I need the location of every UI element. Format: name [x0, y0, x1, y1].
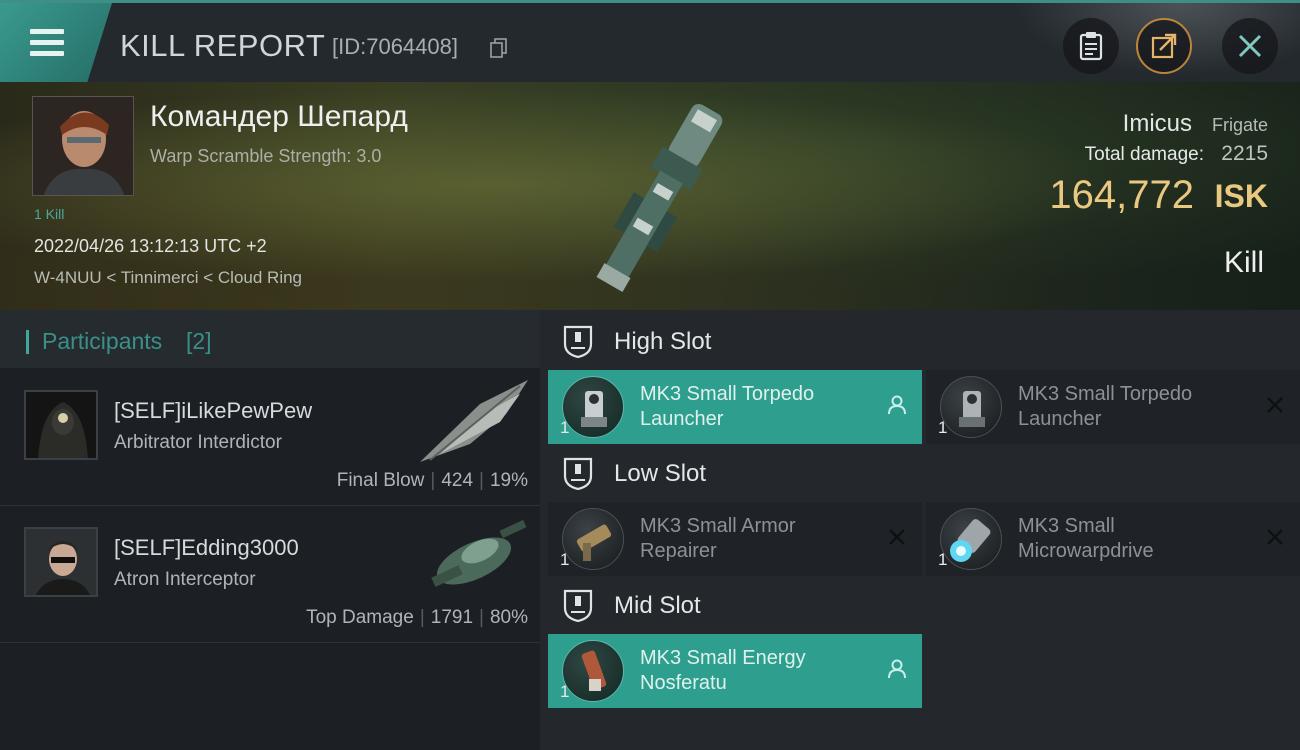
total-damage-value: 2215	[1221, 142, 1268, 165]
participants-title: Participants	[42, 328, 163, 354]
fitting-panel: High Slot 1 MK3 Small Torpedo Launcher 1…	[540, 310, 1300, 750]
mid-slot-label: Mid Slot	[614, 592, 701, 619]
participants-empty-area	[0, 644, 540, 750]
kill-result: Kill	[1223, 246, 1264, 279]
module-quantity: 1	[560, 682, 570, 701]
torpedo-launcher-icon	[562, 376, 624, 438]
low-slot-label: Low Slot	[614, 460, 707, 487]
clipboard-icon	[1079, 32, 1103, 61]
module-quantity: 1	[560, 550, 570, 569]
ship-name: Imicus	[1122, 110, 1192, 137]
participant-portrait[interactable]	[24, 390, 98, 460]
share-icon	[1151, 33, 1177, 59]
menu-icon	[30, 29, 64, 57]
torpedo-launcher-icon	[940, 376, 1002, 438]
top-bar: KILL REPORT [ID:7064408]	[0, 0, 1300, 82]
destroyed-x-icon	[1267, 529, 1283, 545]
participant-row[interactable]: [SELF]Edding3000 Atron Interceptor Top D…	[0, 507, 540, 643]
participant-damage: 424	[441, 470, 474, 491]
module-card[interactable]: 1 MK3 Small Torpedo Launcher	[926, 370, 1300, 444]
total-damage-label: Total damage:	[1084, 144, 1204, 165]
mid-slot-header: Mid Slot	[548, 582, 1288, 630]
participant-ship-image	[420, 380, 528, 462]
menu-button[interactable]	[0, 3, 112, 82]
kill-banner: Командер Шепард Warp Scramble Strength: …	[0, 82, 1300, 310]
fitted-person-icon	[888, 659, 906, 679]
participants-header: Participants [2]	[0, 310, 540, 368]
participant-percent: 80%	[489, 607, 528, 628]
destroyed-x-icon	[889, 529, 905, 545]
high-slot-header: High Slot	[548, 318, 1288, 366]
destroyed-x-icon	[1267, 397, 1283, 413]
victim-name: Командер Шепард	[150, 100, 408, 133]
participant-ship: Arbitrator Interdictor	[114, 432, 282, 453]
module-quantity: 1	[560, 418, 570, 437]
slot-shield-icon	[563, 457, 593, 490]
participant-ship: Atron Interceptor	[114, 569, 256, 590]
report-id: [ID:7064408]	[332, 34, 458, 59]
participant-ship-image	[431, 519, 527, 587]
armor-repairer-icon	[562, 508, 624, 570]
close-icon	[1238, 34, 1262, 58]
module-name: MK3 Small Microwarpdrive	[1018, 515, 1154, 562]
module-quantity: 1	[938, 418, 948, 437]
module-quantity: 1	[938, 550, 948, 569]
module-name: MK3 Small Armor Repairer	[640, 515, 796, 562]
header-bar	[26, 330, 29, 354]
slot-shield-icon	[563, 325, 593, 358]
microwarpdrive-icon	[940, 508, 1002, 570]
victim-portrait[interactable]	[32, 96, 134, 196]
module-card[interactable]: 1 MK3 Small Torpedo Launcher	[548, 370, 922, 444]
kill-location: W-4NUU < Tinnimerci < Cloud Ring	[34, 268, 302, 287]
participants-panel: Participants [2] [SELF]iLikePewPew Arbit…	[0, 310, 540, 750]
close-button[interactable]	[1222, 18, 1278, 74]
participant-name: [SELF]Edding3000	[114, 535, 299, 560]
kill-count: 1 Kill	[34, 206, 65, 222]
page-title: KILL REPORT	[120, 28, 326, 63]
module-name: MK3 Small Energy Nosferatu	[640, 647, 806, 694]
fitted-person-icon	[888, 395, 906, 415]
module-card[interactable]: 1 MK3 Small Armor Repairer	[548, 502, 922, 576]
participant-portrait[interactable]	[24, 527, 98, 597]
module-name: MK3 Small Torpedo Launcher	[640, 383, 815, 430]
high-slot-label: High Slot	[614, 328, 712, 355]
participant-damage: 1791	[430, 607, 474, 628]
participant-stats: Final Blow | 424 | 19%	[336, 470, 528, 491]
isk-value: 164,772	[1049, 173, 1194, 217]
victim-ship-image	[596, 103, 723, 292]
slot-shield-icon	[563, 589, 593, 622]
participant-role: Final Blow	[336, 470, 425, 491]
participant-role: Top Damage	[306, 607, 414, 628]
copy-icon[interactable]	[490, 38, 508, 58]
kill-datetime: 2022/04/26 13:12:13 UTC +2	[34, 236, 267, 256]
energy-nosferatu-icon	[562, 640, 624, 702]
participant-percent: 19%	[489, 470, 528, 491]
isk-unit: ISK	[1214, 178, 1268, 214]
participant-stats: Top Damage | 1791 | 80%	[306, 607, 528, 628]
share-button[interactable]	[1136, 18, 1192, 74]
warp-scramble-strength: Warp Scramble Strength: 3.0	[150, 146, 382, 166]
module-name: MK3 Small Torpedo Launcher	[1018, 383, 1193, 430]
module-card[interactable]: 1 MK3 Small Energy Nosferatu	[548, 634, 922, 708]
participant-row[interactable]: [SELF]iLikePewPew Arbitrator Interdictor…	[0, 370, 540, 506]
clipboard-button[interactable]	[1063, 18, 1119, 74]
module-card[interactable]: 1 MK3 Small Microwarpdrive	[926, 502, 1300, 576]
participant-name: [SELF]iLikePewPew	[114, 398, 313, 423]
participants-count: [2]	[186, 328, 212, 354]
low-slot-header: Low Slot	[548, 450, 1288, 498]
ship-class: Frigate	[1211, 115, 1268, 135]
